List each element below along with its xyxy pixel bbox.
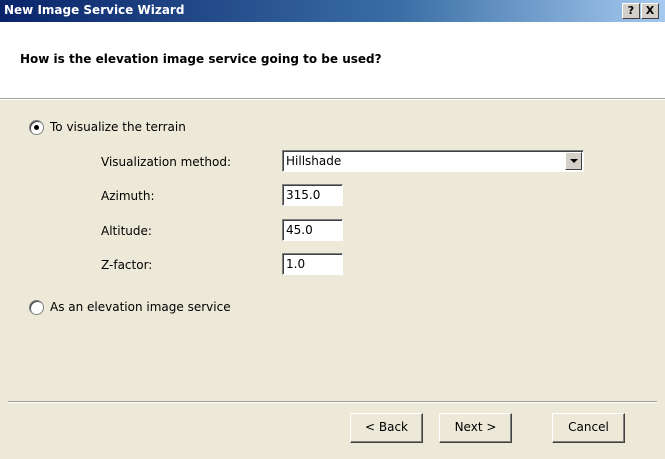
visualize-terrain-label[interactable]: To visualize the terrain [50,120,186,134]
chevron-down-icon[interactable] [565,152,582,170]
visualize-terrain-radio[interactable] [29,120,44,135]
altitude-label: Altitude: [101,224,152,238]
elevation-service-radio[interactable] [29,300,44,315]
visualization-method-label: Visualization method: [101,155,231,169]
cancel-button[interactable]: Cancel [552,413,625,443]
azimuth-label: Azimuth: [101,189,155,203]
altitude-field[interactable]: 45.0 [282,219,343,241]
zfactor-label: Z-factor: [101,258,153,272]
next-button[interactable]: Next > [439,413,512,443]
zfactor-field[interactable]: 1.0 [282,253,343,275]
wizard-header: How is the elevation image service going… [0,22,665,100]
help-button[interactable]: ? [622,3,640,19]
close-button[interactable]: X [641,3,659,19]
window-title: New Image Service Wizard [4,3,185,17]
title-bar: New Image Service Wizard ? X [0,0,665,22]
page-question: How is the elevation image service going… [20,52,382,66]
elevation-service-label[interactable]: As an elevation image service [50,300,231,314]
visualization-method-value: Hillshade [286,154,342,168]
azimuth-field[interactable]: 315.0 [282,184,343,206]
visualization-method-select[interactable]: Hillshade [282,150,584,172]
footer-separator [8,401,657,403]
back-button[interactable]: < Back [350,413,423,443]
wizard-window: New Image Service Wizard ? X How is the … [0,0,665,459]
